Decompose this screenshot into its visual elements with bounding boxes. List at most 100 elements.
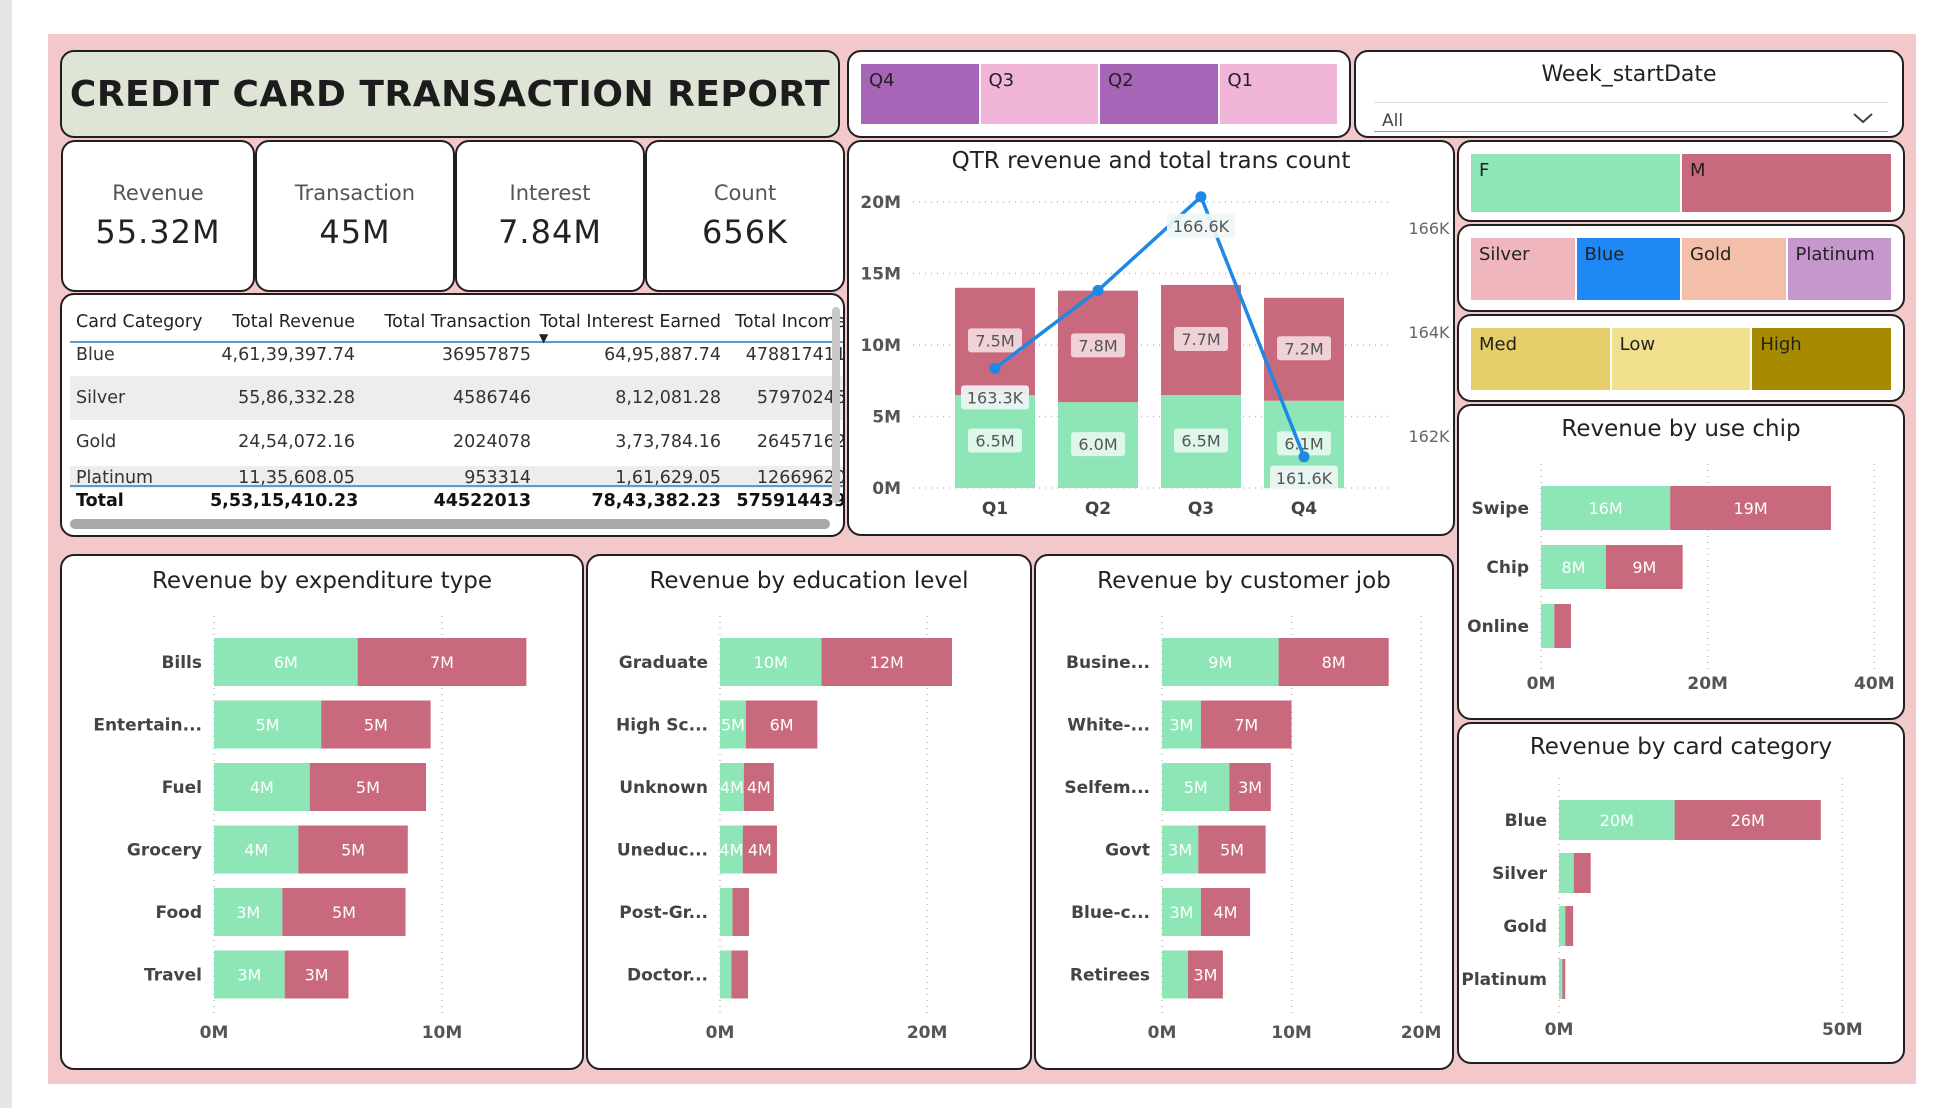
table-cell: 478817411 — [745, 345, 845, 365]
line-point[interactable] — [1298, 451, 1310, 463]
income-level-slicer: Med Low High — [1457, 314, 1905, 402]
data-label: 7M — [430, 653, 454, 672]
kpi-transaction-card[interactable]: Transaction 45M — [255, 140, 455, 292]
table-total-cell: 78,43,382.23 — [591, 491, 721, 511]
line-data-label: 166.6K — [1173, 217, 1230, 236]
slicer-button-label: High — [1760, 334, 1802, 355]
data-label: 9M — [1632, 558, 1656, 577]
qtr-revenue-chart[interactable]: QTR revenue and total trans count 0M 5M 10… — [847, 140, 1455, 536]
line-point[interactable] — [1195, 191, 1207, 203]
transaction-count-line[interactable] — [993, 193, 1306, 458]
kpi-count-card[interactable]: Count 656K — [645, 140, 845, 292]
chevron-down-icon — [1853, 113, 1873, 124]
slicer-button-low[interactable]: Low — [1611, 328, 1751, 390]
data-label: 6.5M — [1181, 432, 1220, 451]
bar-male[interactable] — [732, 888, 749, 936]
table-cell: 64,95,887.74 — [604, 345, 721, 365]
expenditure-chart-svg: 0M 10M Bills 6M 7M Entertain... 5M 5M Fuel 4M 5M Gr… — [93, 616, 527, 1043]
revenue-by-expenditure-chart[interactable]: Revenue by expenditure type 0M 10M Bills 6M… — [60, 554, 584, 1070]
category-label: Blue — [1505, 811, 1547, 831]
bar-female[interactable] — [1559, 959, 1563, 999]
table-cell: 2024078 — [453, 432, 531, 452]
slicer-button-med[interactable]: Med — [1471, 328, 1610, 390]
x-tick-label: Q4 — [1291, 499, 1317, 519]
data-label: 3M — [1238, 778, 1262, 797]
report-title: CREDIT CARD TRANSACTION REPORT — [69, 73, 831, 115]
table-total-cell: 575914439 — [736, 491, 845, 511]
category-label: Busine... — [1066, 653, 1150, 673]
bar-male[interactable] — [1562, 959, 1566, 999]
slicer-button-high[interactable]: High — [1752, 328, 1891, 390]
x-tick-label: 10M — [1271, 1023, 1312, 1043]
category-label: Unknown — [619, 778, 708, 798]
bar-female[interactable] — [720, 950, 732, 999]
week-startdate-slicer: Week_startDate All — [1354, 50, 1904, 138]
table-total-cell: 5,53,15,410.23 — [210, 491, 359, 511]
kpi-interest-card[interactable]: Interest 7.84M — [455, 140, 645, 292]
data-label: 4M — [719, 841, 743, 860]
x-tick-label: 20M — [1687, 674, 1728, 694]
week-dropdown[interactable]: All — [1374, 102, 1888, 132]
data-label: 3M — [237, 966, 261, 985]
revenue-by-card-category-chart[interactable]: Revenue by card category 0M 50M Blue 20M 26M… — [1457, 722, 1905, 1064]
kpi-label: Transaction — [294, 181, 416, 205]
x-tick-label: 0M — [1148, 1023, 1177, 1043]
data-label: 5M — [721, 716, 745, 735]
revenue-by-education-chart[interactable]: Revenue by education level 0M 20M Graduate… — [586, 554, 1032, 1070]
data-label: 19M — [1733, 499, 1767, 518]
data-label: 7.8M — [1078, 336, 1117, 355]
slicer-button-f[interactable]: F — [1471, 154, 1680, 212]
data-label: 7.7M — [1181, 330, 1220, 349]
slicer-button-q1[interactable]: Q1 — [1219, 64, 1337, 124]
gender-slicer: FM — [1457, 140, 1905, 222]
bar-male[interactable] — [1554, 604, 1571, 648]
data-label: 4M — [244, 841, 268, 860]
table-row[interactable]: Blue 4,61,39,397.74 36957875 64,95,887.74 47… — [70, 333, 845, 377]
slicer-button-blue[interactable]: Blue — [1576, 238, 1680, 300]
vertical-scrollbar[interactable] — [832, 307, 840, 503]
data-label: 7.5M — [975, 331, 1014, 350]
card-category-table[interactable]: Card Category Total Revenue Total Transa… — [60, 293, 845, 537]
x-tick-label: 0M — [200, 1023, 229, 1043]
data-label: 3M — [1193, 966, 1217, 985]
kpi-label: Interest — [509, 181, 591, 205]
table-row[interactable]: Silver 55,86,332.28 4586746 8,12,081.28 5797… — [70, 376, 843, 420]
line-point[interactable] — [1092, 284, 1104, 296]
kpi-revenue-card[interactable]: Revenue 55.32M — [61, 140, 255, 292]
bar-female[interactable] — [1541, 604, 1555, 648]
bar-female[interactable] — [720, 888, 733, 936]
bar-female[interactable] — [1162, 950, 1188, 999]
slicer-button-silver[interactable]: Silver — [1471, 238, 1575, 300]
slicer-button-label: Q3 — [988, 70, 1015, 91]
slicer-button-label: F — [1479, 160, 1490, 181]
category-label: Silver — [1492, 864, 1548, 884]
bar-male[interactable] — [1565, 906, 1574, 946]
bar-female[interactable] — [1559, 906, 1566, 946]
revenue-by-use-chip-chart[interactable]: Revenue by use chip 0M 20M 40M Swipe 16M 19M C… — [1457, 404, 1905, 720]
slicer-button-q3[interactable]: Q3 — [980, 64, 1098, 124]
category-label: Graduate — [619, 653, 708, 673]
bar-male[interactable] — [731, 950, 748, 999]
dashboard-canvas: CREDIT CARD TRANSACTION REPORT Revenue 5… — [48, 34, 1916, 1084]
table-row[interactable]: Gold 24,54,072.16 2024078 3,73,784.16 264571… — [70, 420, 843, 464]
report-title-panel: CREDIT CARD TRANSACTION REPORT — [60, 50, 840, 138]
bar-female[interactable] — [1559, 853, 1574, 893]
table-total-cell: 44522013 — [433, 491, 531, 511]
slicer-button-q4[interactable]: Q4 — [861, 64, 979, 124]
revenue-by-job-chart[interactable]: Revenue by customer job 0M 10M 20M Busine..… — [1034, 554, 1454, 1070]
line-data-label: 161.6K — [1276, 469, 1333, 488]
data-label: 5M — [1220, 841, 1244, 860]
slicer-button-gold[interactable]: Gold — [1682, 238, 1786, 300]
table-total-row: Total 5,53,15,410.23 44522013 78,43,382.23 5… — [70, 485, 845, 515]
slicer-button-q2[interactable]: Q2 — [1100, 64, 1218, 124]
horizontal-scrollbar[interactable] — [70, 519, 830, 529]
bar-male[interactable] — [1573, 853, 1591, 893]
education-chart-svg: 0M 20M Graduate 10M 12M High Sc... 5M 6M Unknown… — [616, 616, 952, 1043]
slicer-button-label: Platinum — [1795, 244, 1875, 265]
data-label: 3M — [1169, 716, 1193, 735]
slicer-button-platinum[interactable]: Platinum — [1787, 238, 1891, 300]
job-chart-svg: 0M 10M 20M Busine... 9M 8M White-... 3M 7M Selfem… — [1064, 616, 1441, 1043]
category-label: Retirees — [1070, 966, 1150, 986]
line-point[interactable] — [989, 362, 1001, 374]
slicer-button-m[interactable]: M — [1682, 154, 1891, 212]
